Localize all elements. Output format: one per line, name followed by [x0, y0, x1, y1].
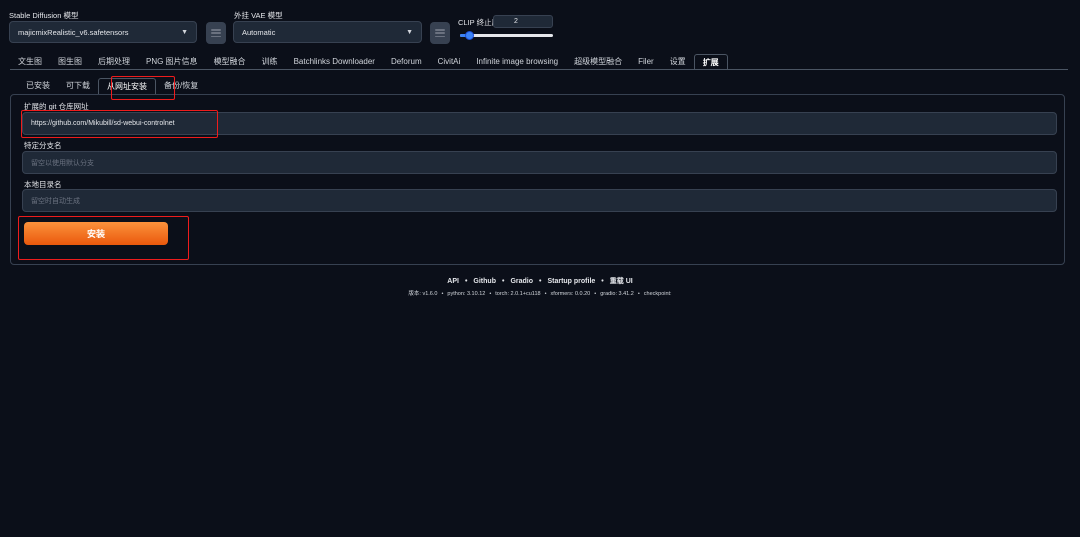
subtab-item[interactable]: 可下载 — [58, 78, 98, 94]
vae-dropdown[interactable]: Automatic ▼ — [233, 21, 422, 43]
tab-item[interactable]: 文生图 — [10, 54, 50, 70]
refresh-icon — [211, 29, 221, 37]
footer-links: API • Github • Gradio • Startup profile • 重载 UI — [0, 276, 1080, 286]
branch-input[interactable]: 留空以使用默认分支 — [22, 151, 1057, 174]
clip-value: 2 — [514, 18, 518, 25]
tab-item[interactable]: 扩展 — [693, 54, 728, 70]
chevron-down-icon: ▼ — [406, 28, 413, 36]
dir-input[interactable]: 留空时自动生成 — [22, 189, 1057, 212]
version-info: gradio: 3.41.2 — [600, 291, 634, 297]
footer-separator: • — [489, 291, 492, 297]
tab-item[interactable]: Filer — [630, 54, 662, 70]
subtab-item[interactable]: 备份/恢复 — [156, 78, 206, 94]
footer-link[interactable]: API — [447, 278, 459, 285]
tab-item[interactable]: Infinite image browsing — [468, 54, 566, 70]
sd-model-dropdown[interactable]: majicmixRealistic_v6.safetensors ▼ — [9, 21, 197, 43]
tab-item[interactable]: 图生图 — [50, 54, 90, 70]
version-info: checkpoint: — [643, 291, 672, 297]
tab-item[interactable]: Batchlinks Downloader — [286, 54, 383, 70]
chevron-down-icon: ▼ — [181, 28, 188, 36]
footer-link[interactable]: Gradio — [510, 278, 533, 285]
footer-link[interactable]: 重载 UI — [610, 278, 633, 285]
repo-url-input[interactable]: https://github.com/Mikubill/sd-webui-con… — [22, 112, 1057, 135]
extension-subtabs: 已安装 可下载 从网址安装 备份/恢复 — [18, 78, 206, 94]
footer-separator: • — [539, 278, 542, 285]
tab-item[interactable]: 设置 — [662, 54, 694, 70]
tab-item[interactable]: 后期处理 — [90, 54, 138, 70]
footer-separator: • — [594, 291, 597, 297]
footer-separator: • — [464, 278, 468, 285]
footer-link[interactable]: Github — [473, 278, 496, 285]
vae-label: 外挂 VAE 模型 — [234, 11, 283, 20]
repo-url-label: 扩展的 git 仓库网址 — [24, 102, 89, 111]
footer-separator: • — [637, 291, 640, 297]
main-tabs: 文生图 图生图 后期处理 PNG 图片信息 模型融合 训练 Batchlinks Downl… — [10, 54, 728, 70]
footer-separator: • — [544, 291, 547, 297]
tab-item[interactable]: 训练 — [254, 54, 286, 70]
clip-slider-thumb[interactable] — [465, 31, 475, 40]
footer-separator: • — [501, 278, 505, 285]
version-info: xformers: 0.0.20 — [550, 291, 591, 297]
subtab-item[interactable]: 从网址安装 — [98, 78, 156, 94]
footer-link[interactable]: Startup profile — [547, 278, 595, 285]
refresh-models-button[interactable] — [206, 22, 226, 44]
version-info: python: 3.10.12 — [447, 291, 486, 297]
tab-item[interactable]: 模型融合 — [206, 54, 254, 70]
footer-separator: • — [601, 278, 604, 285]
dir-placeholder: 留空时自动生成 — [31, 197, 80, 205]
install-button[interactable]: 安装 — [24, 222, 168, 245]
tab-item[interactable]: Deforum — [383, 54, 430, 70]
tab-item[interactable]: CivitAi — [430, 54, 469, 70]
tab-item[interactable]: PNG 图片信息 — [138, 54, 206, 70]
clip-number-input[interactable]: 2 — [493, 15, 553, 28]
footer-separator: • — [441, 291, 444, 297]
sd-model-value: majicmixRealistic_v6.safetensors — [18, 27, 129, 37]
tab-item[interactable]: 超级模型融合 — [566, 54, 630, 70]
refresh-icon — [435, 29, 445, 37]
refresh-vae-button[interactable] — [430, 22, 450, 44]
version-info: torch: 2.0.1+cu118 — [495, 291, 541, 297]
subtab-item[interactable]: 已安装 — [18, 78, 58, 94]
branch-placeholder: 留空以使用默认分支 — [31, 159, 94, 167]
branch-label: 特定分支名 — [24, 141, 62, 150]
sd-model-label: Stable Diffusion 模型 — [9, 11, 79, 20]
version-info: 版本: v1.6.0 — [408, 291, 438, 297]
footer-versions: 版本: v1.6.0 • python: 3.10.12 • torch: 2.0.1+… — [0, 289, 1080, 297]
vae-value: Automatic — [242, 27, 276, 37]
tab-divider — [10, 69, 1068, 70]
repo-url-value: https://github.com/Mikubill/sd-webui-con… — [31, 120, 175, 127]
